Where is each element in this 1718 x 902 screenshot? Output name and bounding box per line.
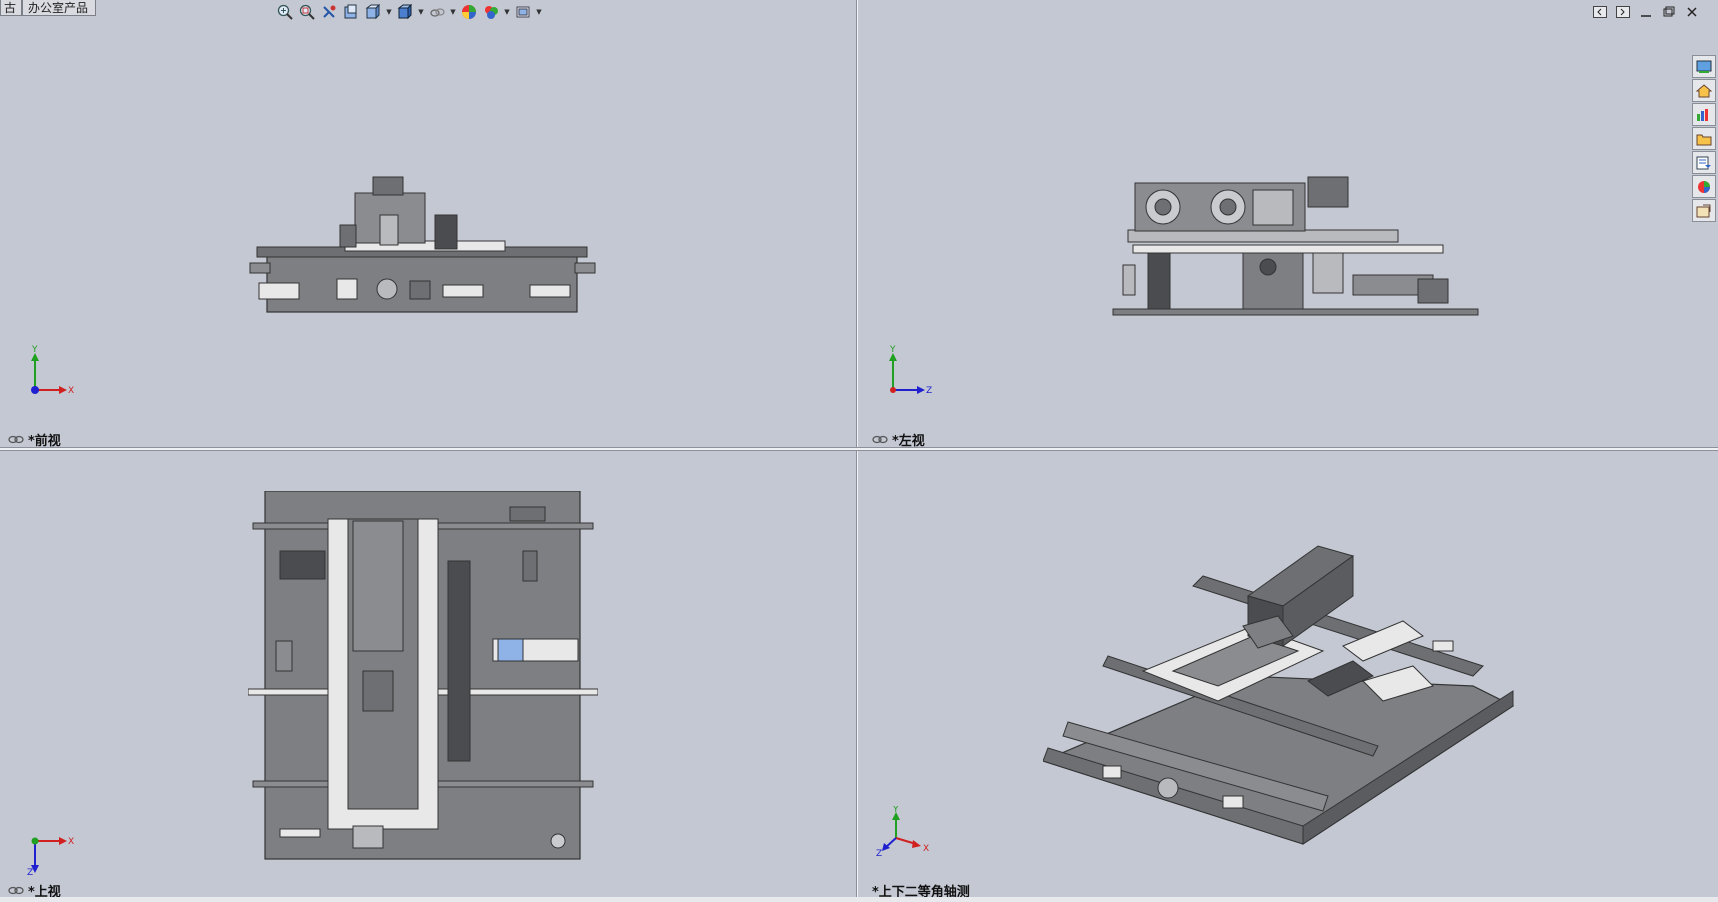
coordinate-triad: Y Z (889, 345, 932, 395)
link-icon (8, 886, 24, 895)
model-top-view (248, 491, 598, 860)
model-left-view (1112, 176, 1479, 316)
coordinate-triad: X Z (27, 837, 74, 876)
svg-text:Y: Y (889, 345, 896, 355)
viewport-isometric[interactable]: Y Z X *上下二等角轴测 (858, 451, 1718, 902)
view-label-front: *前视 (8, 430, 61, 447)
svg-text:X: X (68, 386, 74, 395)
svg-text:Z: Z (926, 386, 932, 395)
bottom-border (0, 897, 1718, 902)
coordinate-triad: Y Z X (876, 806, 929, 856)
viewport-left[interactable]: Y Z *左视 (858, 0, 1718, 447)
viewport-splitter-vertical[interactable] (856, 0, 858, 902)
svg-text:Z: Z (876, 849, 882, 856)
svg-text:Y: Y (31, 345, 38, 355)
model-isometric-view (1043, 545, 1515, 845)
link-icon (872, 435, 888, 444)
svg-text:Z: Z (27, 868, 33, 876)
svg-text:X: X (923, 844, 929, 854)
viewport-splitter-horizontal[interactable] (0, 447, 1718, 451)
coordinate-triad: Y X (31, 345, 74, 395)
view-label-left: *左视 (872, 430, 925, 447)
svg-text:X: X (68, 837, 74, 847)
svg-text:Y: Y (892, 806, 899, 815)
viewport-front[interactable]: Y X *前视 (0, 0, 856, 447)
view-name: *前视 (28, 434, 61, 447)
model-front-view (249, 176, 596, 313)
view-name: *左视 (892, 434, 925, 447)
link-icon (8, 435, 24, 444)
viewport-top[interactable]: X Z *上视 (0, 451, 856, 902)
